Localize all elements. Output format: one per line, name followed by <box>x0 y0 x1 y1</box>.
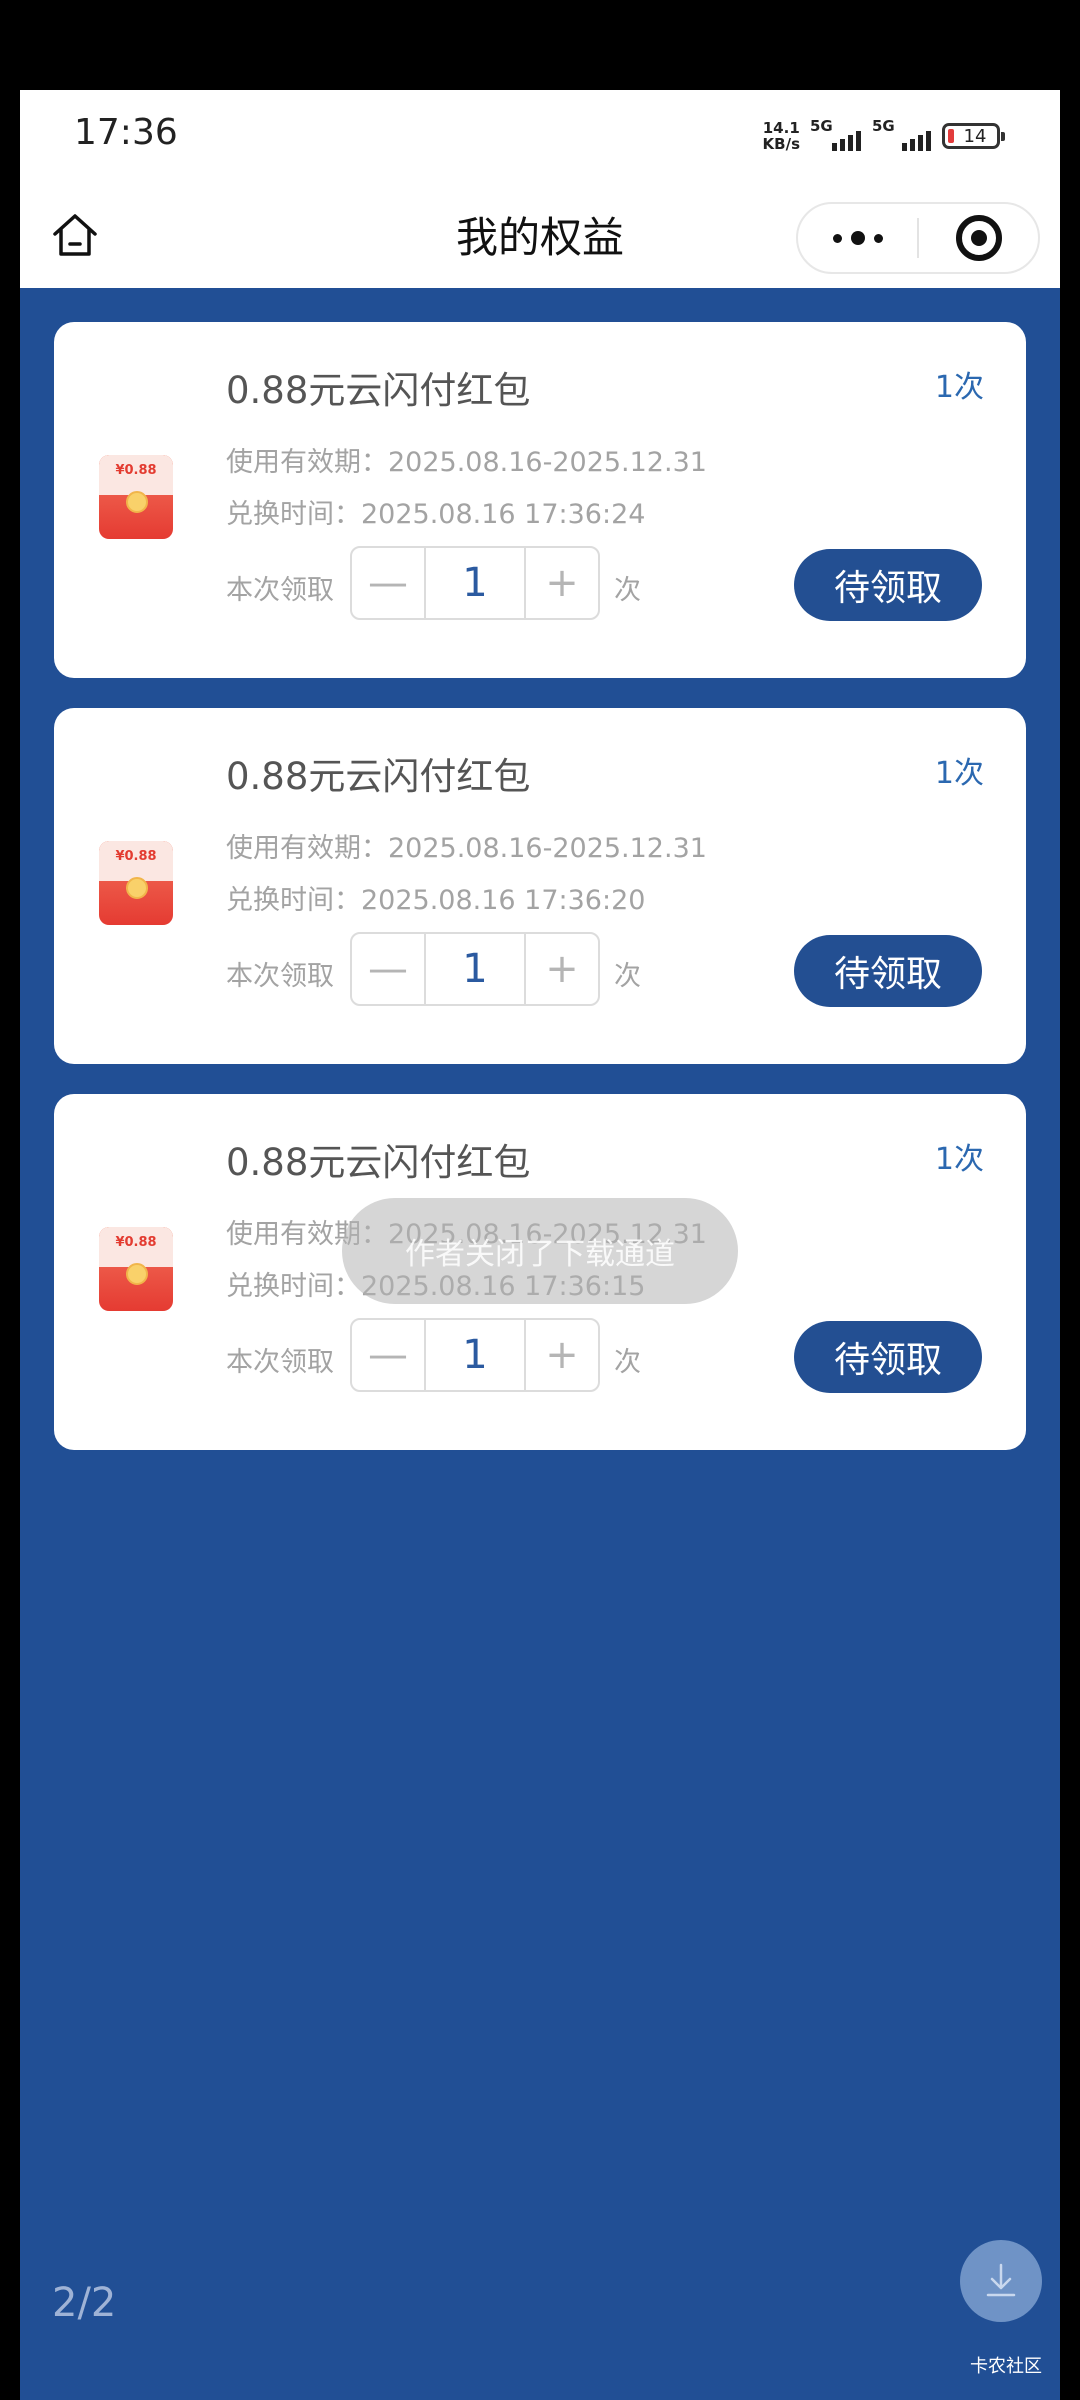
card-count: 1次 <box>934 756 984 791</box>
envelope-amount: ¥0.88 <box>115 849 157 864</box>
quantity-label: 本次领取 <box>226 575 334 606</box>
more-button[interactable] <box>798 204 917 272</box>
download-icon <box>986 2263 1016 2297</box>
increment-button[interactable]: + <box>526 548 598 618</box>
card-title: 0.88元云闪付红包 <box>226 1141 531 1184</box>
quantity-unit: 次 <box>614 961 641 992</box>
toast-message: 作者关闭了下载通道 <box>342 1198 738 1304</box>
red-envelope-icon: ¥0.88 <box>99 841 173 925</box>
increment-button[interactable]: + <box>526 1320 598 1390</box>
nav-bar: 我的权益 <box>20 182 1060 288</box>
card-count: 1次 <box>934 1142 984 1177</box>
page-indicator: 2/2 <box>52 2280 117 2326</box>
card-validity: 使用有效期：2025.08.16-2025.12.31 <box>226 833 707 864</box>
close-target-icon <box>955 215 1002 261</box>
benefit-card: ¥0.88 0.88元云闪付红包 1次 使用有效期：2025.08.16-202… <box>54 322 1026 678</box>
home-icon[interactable] <box>50 210 100 260</box>
quantity-value[interactable]: 1 <box>424 548 526 618</box>
quantity-value[interactable]: 1 <box>424 934 526 1004</box>
claim-button[interactable]: 待领取 <box>794 935 982 1007</box>
more-icon <box>832 233 842 243</box>
benefit-list: ¥0.88 0.88元云闪付红包 1次 使用有效期：2025.08.16-202… <box>54 322 1026 1480</box>
card-exchange-time: 兑换时间：2025.08.16 17:36:20 <box>226 885 646 916</box>
claim-button[interactable]: 待领取 <box>794 1321 982 1393</box>
decrement-button[interactable]: — <box>352 934 424 1004</box>
status-time: 17:36 <box>74 112 178 153</box>
quantity-unit: 次 <box>614 1347 641 1378</box>
card-validity: 使用有效期：2025.08.16-2025.12.31 <box>226 447 707 478</box>
increment-button[interactable]: + <box>526 934 598 1004</box>
benefit-card: ¥0.88 0.88元云闪付红包 1次 使用有效期：2025.08.16-202… <box>54 708 1026 1064</box>
card-exchange-time: 兑换时间：2025.08.16 17:36:24 <box>226 499 646 530</box>
decrement-button[interactable]: — <box>352 1320 424 1390</box>
card-title: 0.88元云闪付红包 <box>226 369 531 412</box>
quantity-stepper: — 1 + <box>350 546 600 620</box>
signal-sim1-icon: 5G <box>810 117 862 151</box>
download-button[interactable] <box>960 2240 1042 2322</box>
sim1-label: 5G <box>810 117 833 135</box>
network-speed-unit: KB/s <box>762 135 800 153</box>
watermark-text: 卡农社区 <box>970 2356 1042 2377</box>
envelope-amount: ¥0.88 <box>115 463 157 478</box>
claim-button[interactable]: 待领取 <box>794 549 982 621</box>
battery-icon: 14 <box>942 123 1005 149</box>
quantity-stepper: — 1 + <box>350 1318 600 1392</box>
quantity-unit: 次 <box>614 575 641 606</box>
signal-sim2-icon: 5G <box>872 117 932 151</box>
close-miniapp-button[interactable] <box>919 204 1038 272</box>
red-envelope-icon: ¥0.88 <box>99 1227 173 1311</box>
quantity-stepper: — 1 + <box>350 932 600 1006</box>
network-speed-value: 14.1 <box>762 119 800 137</box>
envelope-amount: ¥0.88 <box>115 1235 157 1250</box>
screen-frame: 17:36 14.1 KB/s 5G 5G 14 我的权益 ¥0.88 0.88… <box>0 0 1080 2400</box>
quantity-label: 本次领取 <box>226 1347 334 1378</box>
red-envelope-icon: ¥0.88 <box>99 455 173 539</box>
quantity-label: 本次领取 <box>226 961 334 992</box>
card-count: 1次 <box>934 370 984 405</box>
network-speed: 14.1 KB/s <box>763 120 800 152</box>
status-indicators: 14.1 KB/s 5G 5G 14 <box>763 116 1005 156</box>
sim2-label: 5G <box>872 117 895 135</box>
miniapp-capsule <box>796 202 1040 274</box>
decrement-button[interactable]: — <box>352 548 424 618</box>
card-title: 0.88元云闪付红包 <box>226 755 531 798</box>
quantity-value[interactable]: 1 <box>424 1320 526 1390</box>
status-bar: 17:36 14.1 KB/s 5G 5G 14 <box>20 90 1060 182</box>
phone-screen: 17:36 14.1 KB/s 5G 5G 14 我的权益 ¥0.88 0.88… <box>20 90 1060 2400</box>
battery-level: 14 <box>963 125 987 147</box>
